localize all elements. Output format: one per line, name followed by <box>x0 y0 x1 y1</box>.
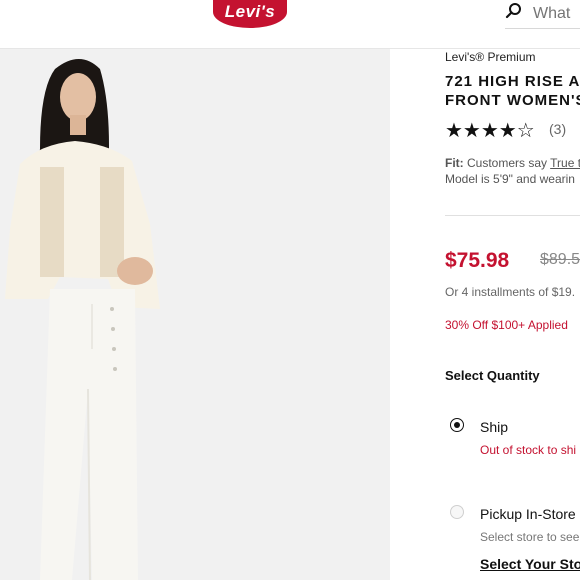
search-input[interactable] <box>533 0 580 28</box>
original-price: $89.5 <box>540 251 580 268</box>
ship-label[interactable]: Ship <box>480 419 508 435</box>
fit-info: Fit: Customers say True t Model is 5'9" … <box>445 155 580 187</box>
installments-text: Or 4 installments of $19. <box>445 285 576 299</box>
review-count[interactable]: (3) <box>549 121 566 137</box>
model-info: Model is 5'9" and wearin <box>445 172 575 186</box>
levis-logo[interactable]: Levi's <box>213 0 287 28</box>
product-brand: Levi's® Premium <box>445 50 536 64</box>
product-title: 721 HIGH RISE A FRONT WOMEN'S <box>445 72 580 110</box>
select-store-link[interactable]: Select Your Stor <box>480 556 580 572</box>
select-quantity-heading: Select Quantity <box>445 368 540 383</box>
ship-stock-status: Out of stock to shi <box>480 443 577 457</box>
pickup-hint: Select store to see <box>480 530 580 544</box>
fit-text: Customers say <box>467 156 548 170</box>
product-image[interactable] <box>0 49 390 580</box>
divider <box>445 215 580 216</box>
fit-link[interactable]: True t <box>550 156 580 170</box>
search-icon[interactable] <box>505 2 523 20</box>
product-title-line1: 721 HIGH RISE A <box>445 73 580 90</box>
search-underline <box>505 28 580 29</box>
pickup-label[interactable]: Pickup In-Store <box>480 506 576 522</box>
star-rating[interactable]: ★★★★☆ <box>445 118 535 143</box>
sale-price: $75.98 <box>445 249 510 272</box>
fit-label: Fit: <box>445 156 464 170</box>
promo-text: 30% Off $100+ Applied <box>445 318 568 332</box>
pickup-radio[interactable] <box>450 505 464 519</box>
ship-radio[interactable] <box>450 418 464 432</box>
site-header: Levi's <box>0 0 580 49</box>
product-title-line2: FRONT WOMEN'S <box>445 92 580 109</box>
model-photo-illustration <box>0 49 390 580</box>
